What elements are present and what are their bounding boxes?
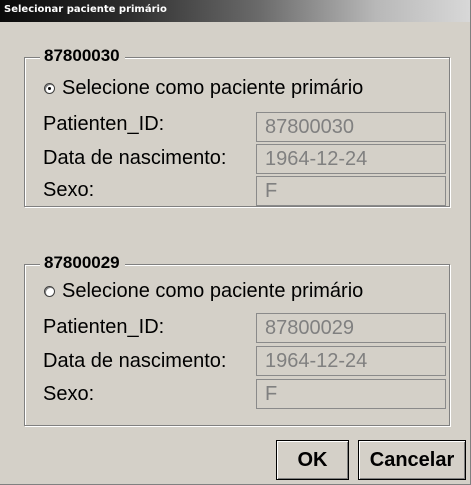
patient-group-title: 87800029: [40, 252, 125, 274]
patient-id-field: 87800030: [256, 112, 446, 142]
radio-label[interactable]: Selecione como paciente primário: [62, 77, 363, 100]
title-bar[interactable]: Selecionar paciente primário: [0, 0, 470, 22]
sex-field: F: [256, 379, 446, 409]
window-title: Selecionar paciente primário: [4, 4, 167, 15]
patient-id-field: 87800029: [256, 313, 446, 343]
radio-button-checked[interactable]: [44, 82, 55, 94]
patient-group-title: 87800030: [40, 45, 125, 67]
birth-date-field: 1964-12-24: [256, 346, 446, 376]
patient-group-1: 87800030 Selecione como paciente primári…: [24, 45, 450, 207]
birth-date-label: Data de nascimento:: [43, 147, 227, 169]
patient-group-2: 87800029 Selecione como paciente primári…: [24, 252, 450, 426]
birth-date-label: Data de nascimento:: [43, 350, 227, 372]
sex-label: Sexo:: [43, 383, 95, 405]
radio-button-unchecked[interactable]: [44, 285, 55, 297]
sex-label: Sexo:: [43, 179, 95, 201]
patient-id-label: Patienten_ID:: [43, 316, 165, 338]
cancel-button[interactable]: Cancelar: [358, 440, 466, 480]
select-primary-patient-dialog: Selecionar paciente primário 87800030 Se…: [0, 0, 471, 485]
birth-date-field: 1964-12-24: [256, 144, 446, 174]
sex-field: F: [256, 176, 446, 206]
select-primary-radio-2[interactable]: Selecione como paciente primário: [44, 279, 363, 303]
radio-label[interactable]: Selecione como paciente primário: [62, 280, 363, 303]
ok-button[interactable]: OK: [276, 440, 349, 480]
select-primary-radio-1[interactable]: Selecione como paciente primário: [44, 76, 363, 100]
patient-id-label: Patienten_ID:: [43, 113, 165, 135]
